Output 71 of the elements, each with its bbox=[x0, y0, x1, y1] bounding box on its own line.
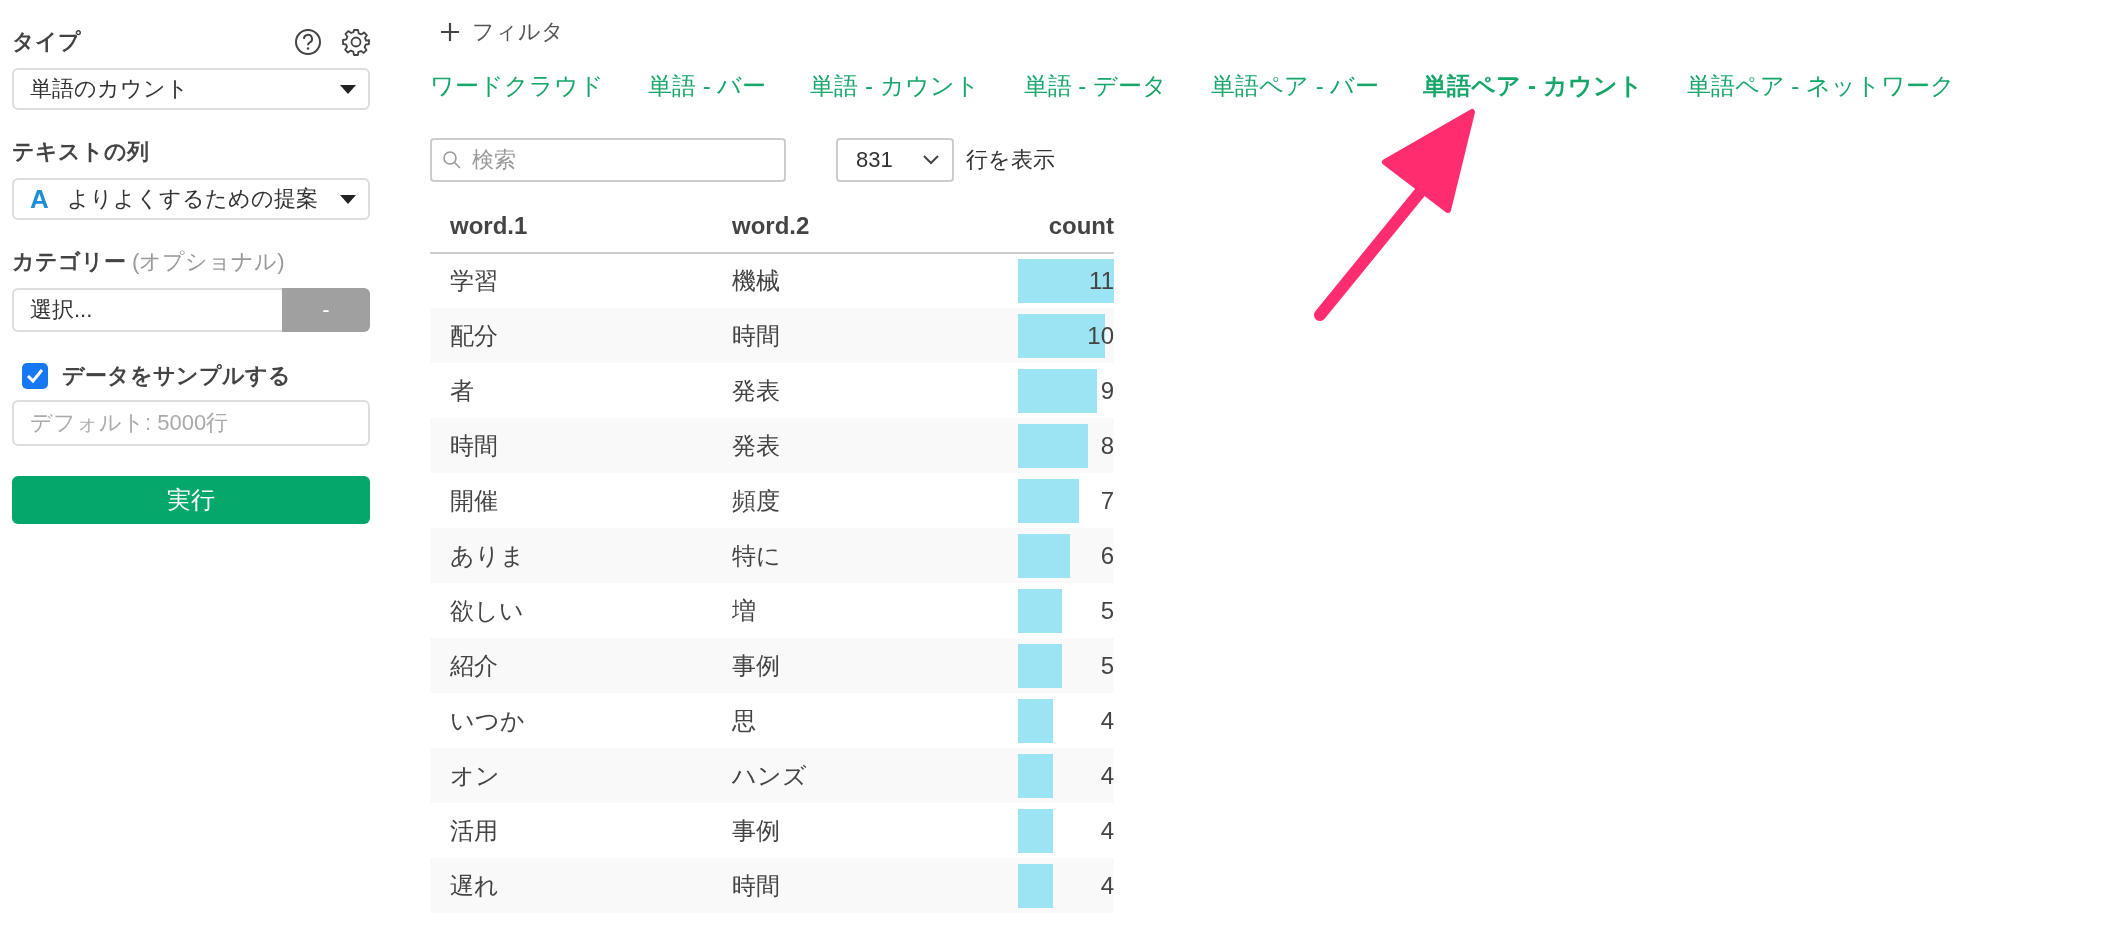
count-value: 4 bbox=[1099, 705, 1114, 736]
clear-button[interactable]: - bbox=[282, 288, 370, 332]
table-cell: 事例 bbox=[712, 638, 1018, 693]
tab[interactable]: 単語 - データ bbox=[1023, 70, 1167, 102]
checkmark-icon bbox=[26, 368, 44, 384]
count-value: 11 bbox=[1088, 266, 1114, 296]
search-icon bbox=[442, 150, 462, 170]
count-value: 7 bbox=[1099, 485, 1114, 516]
plus-icon bbox=[440, 22, 460, 42]
tab[interactable]: ワードクラウド bbox=[430, 70, 604, 102]
table-cell: 活用 bbox=[430, 803, 712, 858]
tab[interactable]: 単語ペア - バー bbox=[1211, 70, 1380, 102]
category-dropdown[interactable]: 選択... bbox=[12, 288, 282, 332]
count-value: 4 bbox=[1099, 760, 1114, 791]
text-type-icon: A bbox=[30, 183, 49, 215]
table-cell: 特に bbox=[712, 528, 1018, 583]
count-value: 9 bbox=[1099, 375, 1114, 406]
table-cell: 機械 bbox=[712, 253, 1018, 308]
table-cell: 紹介 bbox=[430, 638, 712, 693]
table-cell: 増 bbox=[712, 583, 1018, 638]
count-value: 5 bbox=[1099, 595, 1114, 626]
table-cell: 発表 bbox=[712, 363, 1018, 418]
table-cell: 学習 bbox=[430, 253, 712, 308]
table-cell: 開催 bbox=[430, 473, 712, 528]
table-cell: 発表 bbox=[712, 418, 1018, 473]
count-value: 6 bbox=[1099, 540, 1114, 571]
table-cell: 配分 bbox=[430, 308, 712, 363]
sample-checkbox[interactable] bbox=[22, 363, 48, 389]
count-value: 4 bbox=[1099, 815, 1114, 846]
help-icon[interactable] bbox=[294, 28, 322, 56]
page-size-dropdown[interactable]: 831 bbox=[836, 138, 954, 182]
tab[interactable]: 単語ペア - ネットワーク bbox=[1686, 70, 1955, 102]
count-value: 8 bbox=[1099, 430, 1114, 461]
caret-icon bbox=[340, 84, 356, 94]
count-value: 5 bbox=[1099, 650, 1114, 681]
page-size-label: 行を表示 bbox=[966, 146, 1055, 174]
table-cell: 遅れ bbox=[430, 858, 712, 913]
sample-label: データをサンプルする bbox=[62, 362, 291, 390]
filter-button[interactable]: フィルタ bbox=[430, 14, 564, 50]
text-column-dropdown[interactable]: A よりよくするための提案 bbox=[12, 178, 370, 220]
table-cell: ありま bbox=[430, 528, 712, 583]
count-value: 10 bbox=[1086, 320, 1114, 351]
tab[interactable]: 単語ペア - カウント bbox=[1423, 70, 1643, 102]
column-header[interactable]: word.2 bbox=[712, 200, 1018, 253]
table-cell: 頻度 bbox=[712, 473, 1018, 528]
sample-size-field[interactable]: デフォルト: 5000行 bbox=[12, 400, 370, 446]
text-column-label: テキストの列 bbox=[12, 138, 149, 166]
search-field[interactable]: 検索 bbox=[430, 138, 786, 182]
table-cell: オン bbox=[430, 748, 712, 803]
table-cell: 事例 bbox=[712, 803, 1018, 858]
table-cell: 時間 bbox=[712, 858, 1018, 913]
run-button[interactable]: 実行 bbox=[12, 476, 370, 524]
chevron-down-icon bbox=[922, 154, 940, 166]
table-cell: 時間 bbox=[712, 308, 1018, 363]
table-cell: 時間 bbox=[430, 418, 712, 473]
table-cell: 思 bbox=[712, 693, 1018, 748]
table-cell: ハンズ bbox=[712, 748, 1018, 803]
column-header[interactable]: count bbox=[1018, 200, 1114, 253]
optional-hint: (オプショナル) bbox=[132, 248, 285, 276]
type-label: タイプ bbox=[12, 28, 81, 56]
category-label: カテゴリー bbox=[12, 248, 126, 276]
tab[interactable]: 単語 - バー bbox=[648, 70, 767, 102]
table-cell: いつか bbox=[430, 693, 712, 748]
count-value: 4 bbox=[1099, 870, 1114, 901]
table-cell: 者 bbox=[430, 363, 712, 418]
type-dropdown[interactable]: 単語のカウント bbox=[12, 68, 370, 110]
settings-icon[interactable] bbox=[342, 28, 370, 56]
caret-icon bbox=[340, 194, 356, 204]
tab[interactable]: 単語 - カウント bbox=[810, 70, 980, 102]
column-header[interactable]: word.1 bbox=[430, 200, 712, 253]
table-cell: 欲しい bbox=[430, 583, 712, 638]
